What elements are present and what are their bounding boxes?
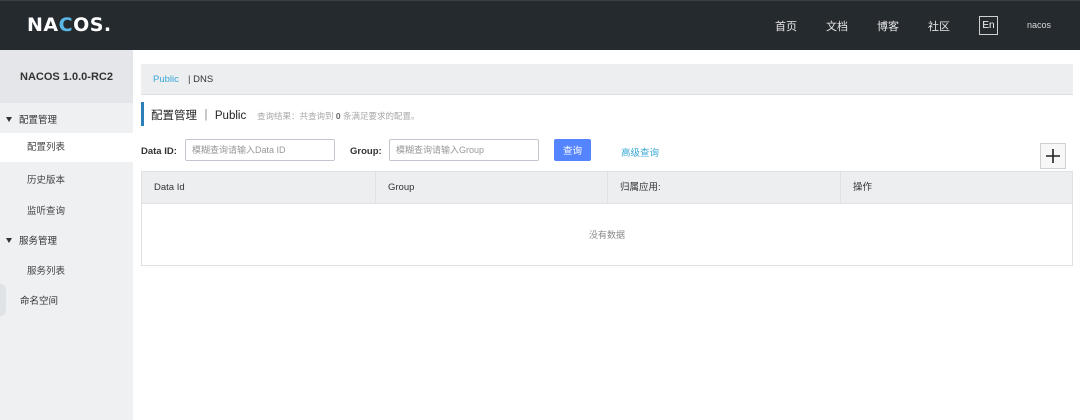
title-accent-bar	[141, 102, 144, 126]
dataid-label: Data ID:	[141, 146, 177, 157]
sidebar-item-namespace[interactable]: 命名空间	[20, 293, 58, 307]
table-header: Data Id Group 归属应用: 操作	[142, 172, 1072, 204]
language-switch-button[interactable]: En	[979, 16, 998, 35]
sidebar-group-config[interactable]: 配置管理	[6, 112, 57, 126]
nav-docs[interactable]: 文档	[826, 18, 848, 34]
sidebar-item-listener-query[interactable]: 监听查询	[27, 203, 65, 217]
namespace-tabs: Public | DNS	[141, 64, 1073, 95]
column-header-app[interactable]: 归属应用:	[607, 172, 840, 204]
page-title: 配置管理 ｜ Public	[151, 110, 247, 122]
sidebar-group-service[interactable]: 服务管理	[6, 233, 57, 247]
nav-community[interactable]: 社区	[928, 18, 950, 34]
sidebar-item-config-list[interactable]: 配置列表	[0, 133, 133, 162]
group-search-input[interactable]	[389, 139, 539, 161]
column-header-actions: 操作	[840, 172, 1072, 204]
nav-blog[interactable]: 博客	[877, 18, 899, 34]
sidebar-item-history[interactable]: 历史版本	[27, 172, 65, 186]
result-summary: 查询结果：共查询到 0 条满足要求的配置。	[257, 111, 420, 121]
caret-down-icon	[6, 238, 12, 243]
config-table: Data Id Group 归属应用: 操作 没有数据	[141, 171, 1073, 266]
tab-dns[interactable]: | DNS	[188, 74, 213, 85]
sidebar-collapse-handle[interactable]	[0, 284, 6, 316]
column-header-dataid[interactable]: Data Id	[142, 172, 375, 204]
top-navbar: NACOS. 首页 文档 博客 社区 En nacos	[0, 0, 1080, 50]
nav-home[interactable]: 首页	[775, 18, 797, 34]
advanced-query-link[interactable]: 高级查询	[621, 145, 659, 159]
plus-icon	[1046, 149, 1060, 163]
sidebar: NACOS 1.0.0-RC2 配置管理 配置列表 历史版本 监听查询 服务管理…	[0, 50, 133, 420]
dataid-search-input[interactable]	[185, 139, 335, 161]
add-config-button[interactable]	[1040, 143, 1066, 169]
user-name[interactable]: nacos	[1027, 20, 1051, 30]
group-label: Group:	[350, 146, 382, 157]
caret-down-icon	[6, 117, 12, 122]
sidebar-title: NACOS 1.0.0-RC2	[0, 50, 133, 103]
tab-public[interactable]: Public	[153, 74, 179, 85]
empty-table-message: 没有数据	[588, 230, 625, 240]
nacos-logo[interactable]: NACOS.	[27, 14, 112, 36]
query-button[interactable]: 查询	[554, 139, 591, 161]
column-header-group[interactable]: Group	[375, 172, 607, 204]
sidebar-item-service-list[interactable]: 服务列表	[27, 263, 65, 277]
